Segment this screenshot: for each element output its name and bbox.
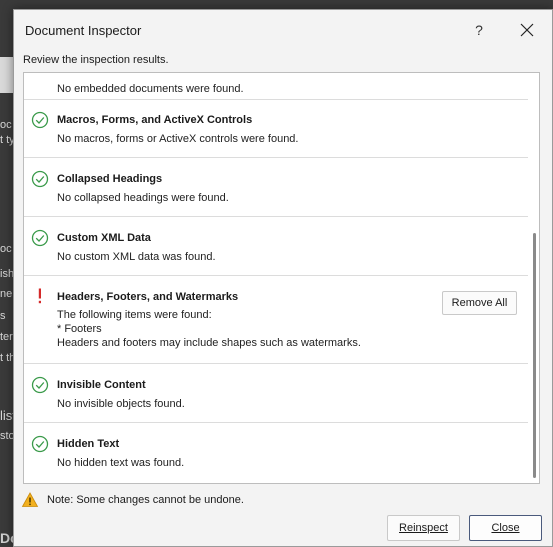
document-inspector-dialog: Document Inspector ? Review the inspecti… <box>13 9 553 547</box>
result-text: No invisible objects found. <box>57 398 185 410</box>
check-circle-icon <box>31 111 49 129</box>
check-circle-icon <box>31 435 49 453</box>
background-glyph <box>0 57 14 93</box>
result-item: Collapsed Headings No collapsed headings… <box>24 158 528 217</box>
exclamation-icon <box>38 288 41 304</box>
warning-triangle-icon <box>21 492 39 507</box>
result-item: Macros, Forms, and ActiveX Controls No m… <box>24 99 528 158</box>
result-text: No macros, forms or ActiveX controls wer… <box>57 133 299 145</box>
result-text: No embedded documents were found. <box>57 83 244 95</box>
result-item: Hidden Text No hidden text was found. <box>24 423 528 483</box>
result-item: No embedded documents were found. <box>24 73 528 100</box>
result-item: Invisible Content No invisible objects f… <box>24 364 528 423</box>
result-title: Custom XML Data <box>57 232 151 244</box>
result-title: Macros, Forms, and ActiveX Controls <box>57 114 253 126</box>
note-row: Note: Some changes cannot be undone. <box>21 491 244 512</box>
scrollbar[interactable] <box>529 73 539 483</box>
result-text: No custom XML data was found. <box>57 251 216 263</box>
close-button[interactable]: Close <box>469 515 542 541</box>
result-text: No collapsed headings were found. <box>57 192 229 204</box>
dialog-title: Document Inspector <box>25 23 142 38</box>
result-item-warning: Headers, Footers, and Watermarks The fol… <box>24 276 528 364</box>
result-text: Headers and footers may include shapes s… <box>57 337 361 349</box>
result-item: Custom XML Data No custom XML data was f… <box>24 217 528 276</box>
note-text: Note: Some changes cannot be undone. <box>47 494 244 506</box>
close-icon[interactable] <box>514 18 540 42</box>
result-title: Collapsed Headings <box>57 173 163 185</box>
check-circle-icon <box>31 376 49 394</box>
reinspect-button[interactable]: Reinspect <box>387 515 460 541</box>
dialog-subtitle: Review the inspection results. <box>23 54 169 66</box>
title-bar: Document Inspector ? <box>14 10 552 50</box>
background-text: oc <box>0 119 12 131</box>
help-button[interactable]: ? <box>468 18 490 42</box>
scrollbar-thumb[interactable] <box>533 233 536 478</box>
result-title: Invisible Content <box>57 379 146 391</box>
remove-all-button[interactable]: Remove All <box>442 291 517 315</box>
check-circle-icon <box>31 229 49 247</box>
result-title: Hidden Text <box>57 438 120 450</box>
background-text: s <box>0 310 6 322</box>
background-text: oc <box>0 243 12 255</box>
inspection-results-list[interactable]: No embedded documents were found. Macros… <box>23 72 540 484</box>
result-title: Headers, Footers, and Watermarks <box>57 291 239 303</box>
result-text: * Footers <box>57 323 102 335</box>
result-text: The following items were found: <box>57 309 212 321</box>
check-circle-icon <box>31 170 49 188</box>
result-text: No hidden text was found. <box>57 457 185 469</box>
